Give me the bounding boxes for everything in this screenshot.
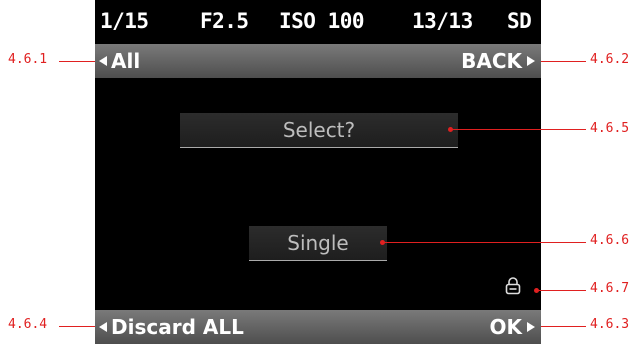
top-softkey-bar: All BACK — [95, 44, 541, 78]
single-option-label: Single — [287, 231, 349, 255]
arrow-right-icon — [527, 56, 535, 66]
callout-4-6-5: 4.6.5 — [590, 121, 630, 136]
callout-line-4-6-4 — [59, 326, 95, 327]
all-label: All — [111, 49, 141, 73]
callout-line-4-6-3 — [541, 326, 586, 327]
storage-indicator: SD — [507, 9, 532, 33]
lock-icon — [505, 277, 521, 295]
select-prompt-label: Select? — [282, 118, 356, 142]
iso-value: ISO 100 — [279, 9, 365, 33]
single-option[interactable]: Single — [249, 226, 387, 261]
ok-button[interactable]: OK — [489, 315, 535, 339]
arrow-left-icon — [99, 56, 107, 66]
callout-4-6-3: 4.6.3 — [590, 317, 630, 332]
image-count: 13/13 — [412, 9, 473, 33]
callout-line-4-6-7 — [538, 290, 586, 291]
callout-4-6-2: 4.6.2 — [590, 52, 630, 67]
back-label: BACK — [461, 49, 522, 73]
callout-line-4-6-1 — [59, 61, 95, 62]
bottom-softkey-bar: Discard ALL OK — [95, 310, 541, 344]
arrow-left-icon — [99, 322, 107, 332]
callout-line-4-6-5 — [452, 129, 586, 130]
select-prompt: Select? — [180, 113, 458, 148]
callout-line-4-6-2 — [541, 61, 586, 62]
discard-all-button[interactable]: Discard ALL — [99, 315, 244, 339]
aperture: F2.5 — [200, 9, 249, 33]
arrow-right-icon — [527, 322, 535, 332]
camera-screen: 1/15 F2.5 ISO 100 13/13 SD All BACK Sele… — [95, 0, 541, 344]
callout-4-6-6: 4.6.6 — [590, 233, 630, 248]
shutter-speed: 1/15 — [100, 9, 149, 33]
back-button[interactable]: BACK — [461, 49, 535, 73]
discard-all-label: Discard ALL — [111, 315, 244, 339]
callout-line-4-6-6 — [384, 242, 586, 243]
callout-4-6-1: 4.6.1 — [8, 52, 48, 67]
status-bar: 1/15 F2.5 ISO 100 13/13 SD — [95, 0, 541, 44]
callout-4-6-4: 4.6.4 — [8, 317, 48, 332]
ok-label: OK — [489, 315, 523, 339]
all-button[interactable]: All — [99, 49, 140, 73]
callout-4-6-7: 4.6.7 — [590, 281, 630, 296]
